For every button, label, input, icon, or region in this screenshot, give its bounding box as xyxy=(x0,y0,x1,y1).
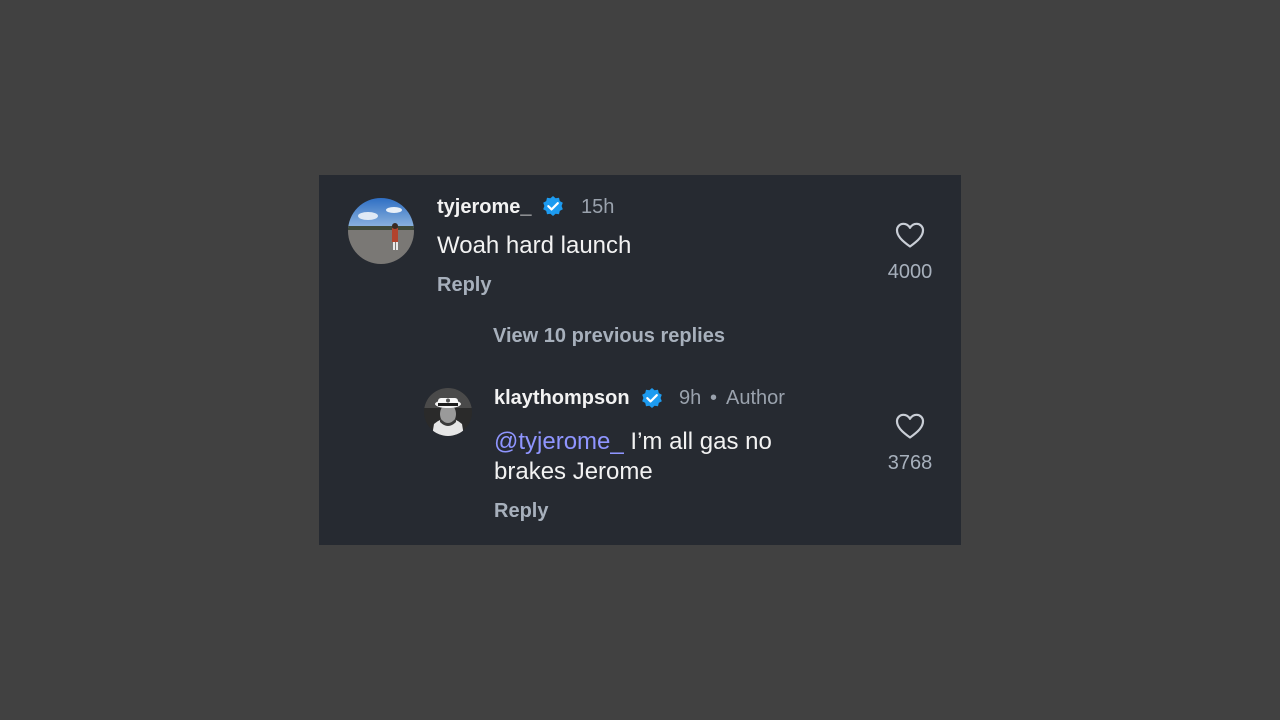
avatar-klaythompson[interactable] xyxy=(424,388,472,436)
comment-timestamp: 15h xyxy=(581,196,615,218)
heart-outline-icon[interactable] xyxy=(894,411,926,441)
mention-link[interactable]: @tyjerome_ xyxy=(494,428,624,455)
like-count: 4000 xyxy=(887,261,933,283)
comment-text: @tyjerome_ I’m all gas no xyxy=(494,427,772,457)
reply-button[interactable]: Reply xyxy=(494,499,548,523)
avatar-tyjerome[interactable] xyxy=(348,198,414,264)
comment-username[interactable]: tyjerome_ xyxy=(437,195,532,219)
like-group: 4000 xyxy=(865,220,955,284)
like-count: 3768 xyxy=(887,452,933,474)
comment-timestamp: 9h xyxy=(679,387,702,409)
author-label: Author xyxy=(726,387,785,409)
like-group: 3768 xyxy=(865,411,955,475)
verified-badge-icon xyxy=(642,388,662,408)
view-previous-replies-button[interactable]: View 10 previous replies xyxy=(493,324,725,348)
reply-button[interactable]: Reply xyxy=(437,273,491,297)
verified-badge-icon xyxy=(543,196,563,216)
comment-thread-card: tyjerome_ 15h Woah hard launch Reply 400… xyxy=(319,175,961,545)
comment-text-line1: I’m all gas no xyxy=(623,428,772,455)
comment-text-line2: brakes Jerome xyxy=(494,458,653,485)
heart-outline-icon[interactable] xyxy=(894,220,926,250)
comment-text: Woah hard launch xyxy=(437,232,632,259)
comment-username[interactable]: klaythompson xyxy=(494,386,630,410)
meta-separator: • xyxy=(710,387,718,409)
